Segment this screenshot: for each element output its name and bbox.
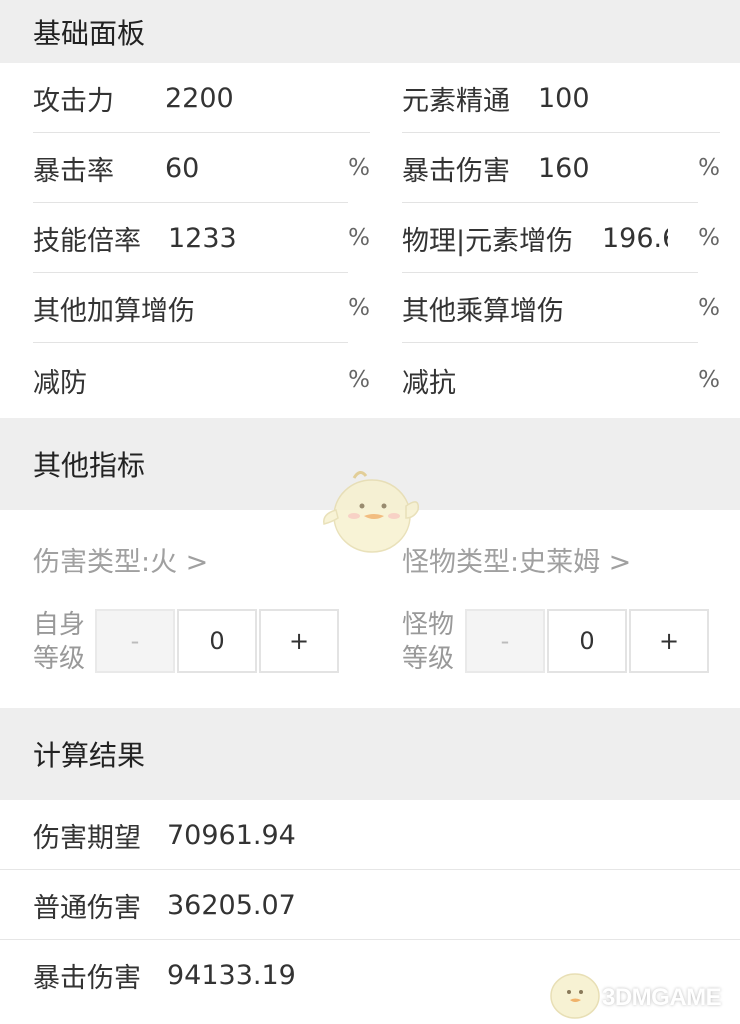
- crit-rate-field[interactable]: 暴击率 60 %: [33, 133, 370, 203]
- self-level-decrement-button[interactable]: -: [95, 609, 175, 673]
- monster-type-selector[interactable]: 怪物类型:史莱姆 >: [402, 540, 631, 579]
- brand-watermark-text: 3DMGAME: [602, 984, 722, 1011]
- section-header-result: 计算结果: [0, 708, 740, 800]
- crit-damage-unit: %: [698, 155, 720, 181]
- skill-multiplier-input[interactable]: 1233: [168, 223, 237, 254]
- result-value-expected: 70961.94: [167, 819, 296, 851]
- crit-damage-input[interactable]: 160: [538, 153, 590, 184]
- other-multiplicative-bonus-divider: [402, 342, 698, 343]
- result-row-normal: 普通伤害 36205.07: [0, 870, 740, 940]
- res-reduction-label: 减抗: [402, 367, 456, 399]
- section-header-basic: 基础面板: [0, 0, 740, 63]
- attack-label: 攻击力: [33, 85, 114, 117]
- other-additive-bonus-label: 其他加算增伤: [33, 295, 195, 327]
- crit-damage-field[interactable]: 暴击伤害 160 %: [402, 133, 720, 203]
- monster-level-label-line2: 等级: [402, 644, 455, 674]
- skill-multiplier-label: 技能倍率: [33, 225, 141, 257]
- section-title-result: 计算结果: [33, 739, 146, 772]
- phys-elem-bonus-label: 物理|元素增伤: [402, 225, 574, 257]
- other-additive-bonus-unit: %: [348, 295, 370, 321]
- result-row-expected: 伤害期望 70961.94: [0, 800, 740, 870]
- result-label-crit: 暴击伤害: [33, 962, 141, 994]
- phys-elem-bonus-field[interactable]: 物理|元素增伤 196.6 %: [402, 203, 720, 273]
- other-multiplicative-bonus-unit: %: [698, 295, 720, 321]
- self-level-label-line2: 等级: [33, 644, 86, 674]
- def-reduction-label: 减防: [33, 367, 87, 399]
- other-additive-bonus-field[interactable]: 其他加算增伤 %: [33, 273, 370, 343]
- monster-level-label-line1: 怪物: [402, 610, 455, 640]
- skill-multiplier-field[interactable]: 技能倍率 1233 %: [33, 203, 370, 273]
- monster-level-label: 怪物 等级: [402, 608, 462, 676]
- self-level-input[interactable]: 0: [177, 609, 257, 673]
- skill-multiplier-unit: %: [348, 225, 370, 251]
- monster-level-input[interactable]: 0: [547, 609, 627, 673]
- monster-level-decrement-button[interactable]: -: [465, 609, 545, 673]
- res-reduction-field[interactable]: 减抗 %: [402, 345, 720, 415]
- elemental-mastery-label: 元素精通: [402, 85, 510, 117]
- crit-rate-input[interactable]: 60: [165, 153, 199, 184]
- crit-damage-label: 暴击伤害: [402, 155, 510, 187]
- phys-elem-bonus-unit: %: [698, 225, 720, 251]
- result-label-normal: 普通伤害: [33, 892, 141, 924]
- other-multiplicative-bonus-label: 其他乘算增伤: [402, 295, 564, 327]
- other-additive-bonus-divider: [33, 342, 348, 343]
- result-label-expected: 伤害期望: [33, 822, 141, 854]
- section-title-other: 其他指标: [33, 449, 146, 482]
- mascot-watermark-icon: [323, 471, 419, 553]
- self-level-label: 自身 等级: [33, 608, 93, 676]
- attack-field[interactable]: 攻击力 2200: [33, 63, 370, 133]
- self-level-label-line1: 自身: [33, 610, 86, 640]
- result-value-crit: 94133.19: [167, 959, 296, 991]
- damage-type-selector[interactable]: 伤害类型:火 >: [33, 540, 208, 579]
- other-multiplicative-bonus-field[interactable]: 其他乘算增伤 %: [402, 273, 720, 343]
- elemental-mastery-field[interactable]: 元素精通 100: [402, 63, 720, 133]
- phys-elem-bonus-input[interactable]: 196.6: [602, 223, 668, 254]
- result-value-normal: 36205.07: [167, 889, 296, 921]
- attack-input[interactable]: 2200: [165, 83, 234, 114]
- res-reduction-unit: %: [698, 367, 720, 393]
- monster-level-increment-button[interactable]: +: [629, 609, 709, 673]
- def-reduction-field[interactable]: 减防 %: [33, 345, 370, 415]
- crit-rate-unit: %: [348, 155, 370, 181]
- elemental-mastery-input[interactable]: 100: [538, 83, 590, 114]
- def-reduction-unit: %: [348, 367, 370, 393]
- self-level-increment-button[interactable]: +: [259, 609, 339, 673]
- section-title-basic: 基础面板: [33, 16, 146, 50]
- crit-rate-label: 暴击率: [33, 155, 114, 187]
